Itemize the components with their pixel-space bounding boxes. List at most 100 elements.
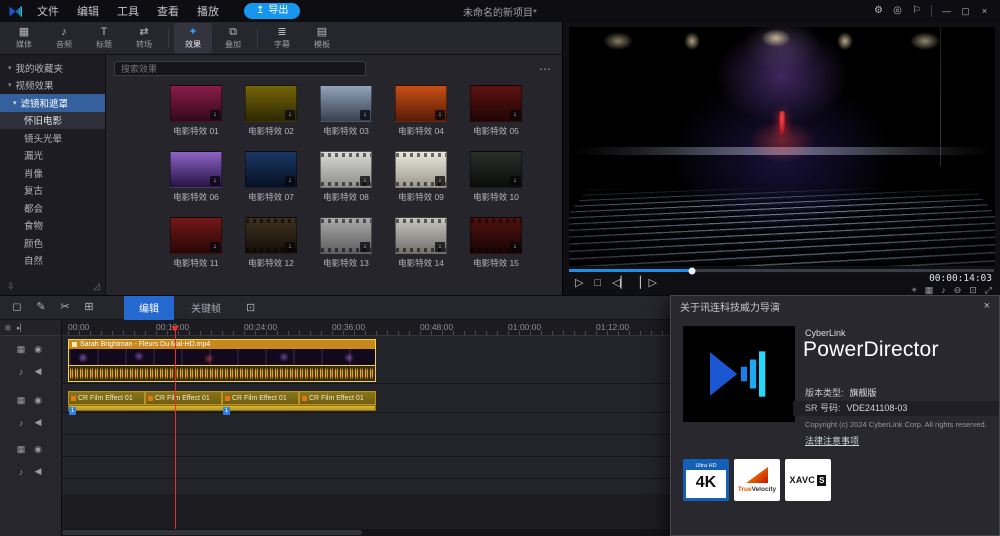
sidebar-item[interactable]: 自然	[0, 252, 105, 270]
settings-icon[interactable]: ⚙	[869, 0, 888, 22]
download-icon[interactable]: ↓	[285, 176, 295, 186]
sidebar-item[interactable]: 都会	[0, 199, 105, 217]
download-icon[interactable]: ↓	[210, 110, 220, 120]
download-icon[interactable]: ↓	[360, 242, 370, 252]
export-button[interactable]: ↥ 导出	[244, 3, 300, 19]
effect-item[interactable]: ↓电影特效 10	[470, 151, 522, 203]
effect-item[interactable]: ↓电影特效 08	[320, 151, 372, 203]
keyframe-marker[interactable]: 1	[223, 407, 230, 415]
tab-edit[interactable]: 编辑	[124, 296, 174, 320]
playhead[interactable]	[175, 326, 176, 529]
track-header-video[interactable]: ▦◉	[0, 439, 61, 460]
volume-icon[interactable]: ♪	[941, 285, 946, 295]
next-frame-button[interactable]: ▏▷	[640, 276, 657, 290]
effect-clip[interactable]: CR Film Effect 01	[68, 391, 145, 405]
download-icon[interactable]: ↓	[435, 242, 445, 252]
download-icon[interactable]: ↓	[210, 242, 220, 252]
download-icon[interactable]: ↓	[285, 110, 295, 120]
previous-frame-button[interactable]: ◁▏	[612, 276, 629, 290]
effect-item[interactable]: ↓电影特效 07	[245, 151, 297, 203]
download-icon[interactable]: ↓	[435, 176, 445, 186]
ribbon-item-effects[interactable]: ✦效果	[174, 23, 212, 53]
fullscreen-icon[interactable]: ⤢	[985, 285, 992, 295]
download-manager-icon[interactable]: ⇩	[7, 281, 15, 292]
effect-item[interactable]: ↓电影特效 14	[395, 217, 447, 269]
ribbon-item-overlay[interactable]: ⧉叠加	[214, 23, 252, 53]
effect-clip[interactable]: CR Film Effect 01	[222, 391, 299, 405]
download-icon[interactable]: ↓	[510, 110, 520, 120]
maximize-button[interactable]: ▢	[956, 0, 975, 22]
zoom-mode-icon[interactable]: ⊡	[969, 285, 977, 295]
effect-item[interactable]: ↓电影特效 11	[170, 217, 222, 269]
range-select-icon[interactable]: ◻	[6, 296, 28, 319]
effect-item[interactable]: ↓电影特效 06	[170, 151, 222, 203]
effect-item[interactable]: ↓电影特效 15	[470, 217, 522, 269]
snapshot-icon[interactable]: ⌖	[912, 285, 917, 295]
minimize-button[interactable]: —	[937, 0, 956, 22]
design-icon[interactable]: ✎	[30, 296, 52, 319]
effect-item[interactable]: ↓电影特效 05	[470, 85, 522, 137]
effect-clip[interactable]: CR Film Effect 01	[299, 391, 376, 405]
effect-item[interactable]: ↓电影特效 01	[170, 85, 222, 137]
notifications-icon[interactable]: ⚐	[907, 0, 926, 22]
download-icon[interactable]: ↓	[360, 110, 370, 120]
menu-item[interactable]: 工具	[108, 3, 148, 19]
split-icon[interactable]: ✂	[54, 296, 76, 319]
search-input[interactable]	[114, 61, 366, 76]
sidebar-item[interactable]: 食物	[0, 217, 105, 235]
track-header-audio[interactable]: ♪◀	[0, 361, 61, 382]
ribbon-item-title[interactable]: T标题	[85, 23, 123, 53]
legal-notices-link[interactable]: 法律注意事项	[805, 434, 859, 447]
track-header-audio[interactable]: ♪◀	[0, 461, 61, 482]
sidebar-item[interactable]: 肖像	[0, 164, 105, 182]
account-icon[interactable]: ◎	[888, 0, 907, 22]
preview-quality-icon[interactable]: ▦	[925, 285, 934, 295]
scrollbar-thumb[interactable]	[62, 530, 362, 535]
video-preview[interactable]	[569, 27, 995, 266]
play-button[interactable]: ▷	[575, 276, 583, 290]
menu-item[interactable]: 文件	[28, 3, 68, 19]
sidebar-item[interactable]: 复古	[0, 182, 105, 200]
sidebar-item[interactable]: ▾视频效果	[0, 77, 105, 95]
download-icon[interactable]: ↓	[360, 176, 370, 186]
ribbon-item-transition[interactable]: ⇄转场	[125, 23, 163, 53]
zoom-out-icon[interactable]: ⊖	[954, 285, 962, 295]
track-header-audio[interactable]: ♪◀	[0, 412, 61, 433]
menu-item[interactable]: 播放	[188, 3, 228, 19]
add-track-button[interactable]: ⊞	[5, 324, 11, 332]
track-header-video[interactable]: ▦◉	[0, 390, 61, 411]
download-icon[interactable]: ↓	[510, 242, 520, 252]
ribbon-item-media[interactable]: ▦媒体	[5, 23, 43, 53]
sidebar-item[interactable]: 颜色	[0, 234, 105, 252]
resize-handle-icon[interactable]: ◿	[93, 281, 100, 292]
effect-item[interactable]: ↓电影特效 04	[395, 85, 447, 137]
download-icon[interactable]: ↓	[285, 242, 295, 252]
video-clip[interactable]: Sarah Brightman - Fleurs Du Mal-HD.mp4	[68, 339, 376, 366]
download-icon[interactable]: ↓	[210, 176, 220, 186]
download-icon[interactable]: ↓	[435, 110, 445, 120]
audio-clip[interactable]	[68, 366, 376, 382]
effect-item[interactable]: ↓电影特效 03	[320, 85, 372, 137]
sidebar-item[interactable]: 镜头光晕	[0, 129, 105, 147]
effect-item[interactable]: ↓电影特效 02	[245, 85, 297, 137]
crop-icon[interactable]: ⊞	[78, 296, 100, 319]
effect-clip[interactable]: CR Film Effect 01	[145, 391, 222, 405]
menu-item[interactable]: 编辑	[68, 3, 108, 19]
download-icon[interactable]: ↓	[510, 176, 520, 186]
track-header-video[interactable]: ▦◉	[0, 339, 61, 360]
sidebar-item[interactable]: 怀旧电影	[0, 112, 105, 130]
keyframe-marker[interactable]: 1	[69, 407, 76, 415]
snap-to-playhead-button[interactable]: ▸▏	[17, 324, 26, 332]
more-options-icon[interactable]: ⋯	[539, 62, 552, 76]
sidebar-item[interactable]: 漏光	[0, 147, 105, 165]
close-icon[interactable]: ×	[984, 300, 990, 312]
sidebar-item[interactable]: ▾滤镜和遮罩	[0, 94, 105, 112]
ribbon-item-audio[interactable]: ♪音频	[45, 23, 83, 53]
menu-item[interactable]: 查看	[148, 3, 188, 19]
effect-item[interactable]: ↓电影特效 13	[320, 217, 372, 269]
close-button[interactable]: ×	[975, 0, 994, 22]
effect-keyframe-strip[interactable]: 11	[68, 405, 376, 411]
tab-keyframe[interactable]: 关键帧	[176, 296, 236, 320]
sidebar-item[interactable]: ▾我的收藏夹	[0, 59, 105, 77]
playhead-marker[interactable]	[171, 326, 179, 332]
